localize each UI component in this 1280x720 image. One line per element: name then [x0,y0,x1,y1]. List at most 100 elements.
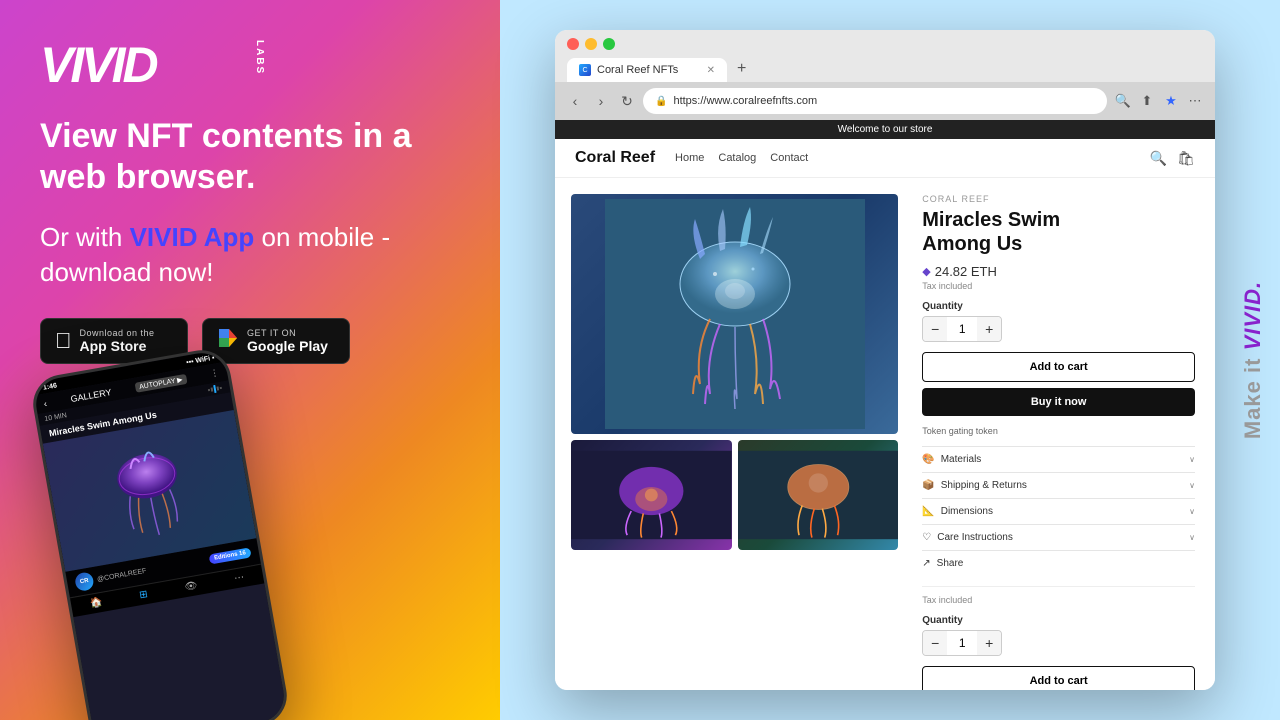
make-it-vivid-text: Make it VIVID. [1240,281,1266,439]
site-navigation: Coral Reef Home Catalog Contact 🔍 🛍 [555,139,1215,178]
nav-home-link[interactable]: Home [675,152,704,164]
site-welcome-bar: Welcome to our store [555,120,1215,139]
subheadline-text: Or with VIVID App on mobile - download n… [40,220,460,290]
accordion-shipping-header[interactable]: 📦 Shipping & Returns ∨ [922,480,1195,491]
appstore-top-label: Download on the [80,328,155,338]
accordion-care-header[interactable]: ♡ Care Instructions ∨ [922,532,1195,543]
materials-icon: 🎨 [922,454,934,465]
tax-note: Tax included [922,281,1195,291]
qty-value: 1 [947,322,977,336]
editions-label: Editions [214,552,238,562]
qty-decrease-btn-2[interactable]: − [923,631,947,655]
eth-icon: ◆ [922,265,930,278]
nav-cart-icon[interactable]: 🛍 [1177,150,1195,167]
tab-close-btn[interactable]: ✕ [707,65,715,76]
share-btn[interactable]: ⬆ [1137,91,1157,111]
appstore-text: Download on the App Store [80,328,155,354]
thumbnail-1[interactable] [571,440,732,550]
googleplay-button[interactable]: GET IT ON Google Play [202,318,350,364]
qty-value-2: 1 [947,636,977,650]
browser-window: C Coral Reef NFTs ✕ + ‹ › ↻ 🔒 https://ww… [555,30,1215,690]
phone-nav-eye[interactable]: 👁 [184,580,198,593]
url-text: https://www.coralreefnfts.com [673,95,817,107]
new-tab-button[interactable]: + [729,56,754,82]
website-content[interactable]: Welcome to our store Coral Reef Home Cat… [555,120,1215,690]
labs-text: LABS [254,40,265,75]
accordion-share-header[interactable]: ↗ Share [922,558,1195,569]
care-chevron: ∨ [1189,533,1195,542]
dimensions-icon: 📐 [922,506,934,517]
product-brand: CORAL REEF [922,194,1195,204]
thumbnail-2[interactable] [738,440,899,550]
logo-area: VIVID LABS [40,36,460,88]
lock-icon: 🔒 [655,96,667,107]
quantity-control-2: − 1 + [922,630,1002,656]
vivid-label: VIVID. [1240,281,1265,351]
svg-text:VIVID: VIVID [40,37,157,88]
nav-catalog-link[interactable]: Catalog [718,152,756,164]
nav-search-icon[interactable]: 🔍 [1150,150,1167,167]
googleplay-top-label: GET IT ON [247,328,328,338]
add-to-cart-button-2[interactable]: Add to cart [922,666,1195,690]
care-icon: ♡ [922,532,931,543]
phone-nav-dots[interactable]: ⋯ [233,572,245,585]
quantity-control: − 1 + [922,316,1002,342]
browser-tab-bar: C Coral Reef NFTs ✕ + [567,56,1203,82]
phone-nav-grid[interactable]: ⊞ [139,589,149,601]
browser-chrome: C Coral Reef NFTs ✕ + [555,30,1215,82]
dimensions-chevron: ∨ [1189,507,1195,516]
close-button[interactable] [567,38,579,50]
share-label: Share [937,558,964,569]
accordion-materials: 🎨 Materials ∨ [922,446,1195,472]
product-layout: CORAL REEF Miracles Swim Among Us ◆ 24.8… [555,178,1215,690]
phone-time: 1:46 [43,382,58,391]
reload-button[interactable]: ↻ [617,91,637,111]
maximize-button[interactable] [603,38,615,50]
qty-increase-btn-2[interactable]: + [977,631,1001,655]
shipping-label: Shipping & Returns [941,480,1027,491]
thumbnail-row [571,440,898,550]
phone-options-btn[interactable]: ⋮ [209,367,220,379]
subheadline-app: VIVID App [130,222,255,252]
toolbar-right: 🔍 ⬆ ★ ⋯ [1113,91,1205,111]
share-icon: ↗ [922,558,930,569]
vivid-logo: VIVID LABS [40,36,265,88]
nav-contact-link[interactable]: Contact [770,152,808,164]
qty-decrease-btn[interactable]: − [923,317,947,341]
minimize-button[interactable] [585,38,597,50]
accordion-materials-header[interactable]: 🎨 Materials ∨ [922,454,1195,465]
googleplay-icon [217,327,239,355]
extensions-btn[interactable]: ⋯ [1185,91,1205,111]
phone-mockup: 1:46 ▪▪▪ WiFi ▪ ‹ GALLERY AUTOPLAY ▶ ⋮ 1… [29,346,292,720]
phone-editions-badge: Editions 16 [209,547,252,564]
phone-screen: 1:46 ▪▪▪ WiFi ▪ ‹ GALLERY AUTOPLAY ▶ ⋮ 1… [32,349,288,720]
phone-autoplay-label: AUTOPLAY [139,377,176,390]
headline-text: View NFT contents in a web browser. [40,116,460,198]
add-to-cart-button[interactable]: Add to cart [922,352,1195,382]
left-panel: VIVID LABS View NFT contents in a web br… [0,0,500,720]
browser-toolbar: ‹ › ↻ 🔒 https://www.coralreefnfts.com 🔍 … [555,82,1215,120]
googleplay-bottom-label: Google Play [247,338,328,354]
phone-nav-home[interactable]: 🏠 [89,597,103,610]
token-gating-text: Token gating token [922,426,1195,436]
right-panel: C Coral Reef NFTs ✕ + ‹ › ↻ 🔒 https://ww… [500,0,1280,720]
phone-avatar: CR [74,571,95,592]
bookmark-btn[interactable]: ★ [1161,91,1181,111]
phone-back-btn[interactable]: ‹ [43,398,48,408]
accordion-dimensions-header[interactable]: 📐 Dimensions ∨ [922,506,1195,517]
forward-button[interactable]: › [591,91,611,111]
search-btn[interactable]: 🔍 [1113,91,1133,111]
phone-jellyfish-image [80,421,219,560]
qty-increase-btn[interactable]: + [977,317,1001,341]
materials-label: Materials [941,454,982,465]
qty-label: Quantity [922,301,1195,312]
back-button[interactable]: ‹ [565,91,585,111]
product-title: Miracles Swim Among Us [922,208,1195,256]
care-label: Care Instructions [937,532,1013,543]
address-bar[interactable]: 🔒 https://www.coralreefnfts.com [643,88,1107,114]
main-product-image [571,194,898,434]
browser-tab-active[interactable]: C Coral Reef NFTs ✕ [567,58,727,82]
buy-now-button[interactable]: Buy it now [922,388,1195,416]
shipping-icon: 📦 [922,480,934,491]
tax-note-2: Tax included [922,595,1195,605]
